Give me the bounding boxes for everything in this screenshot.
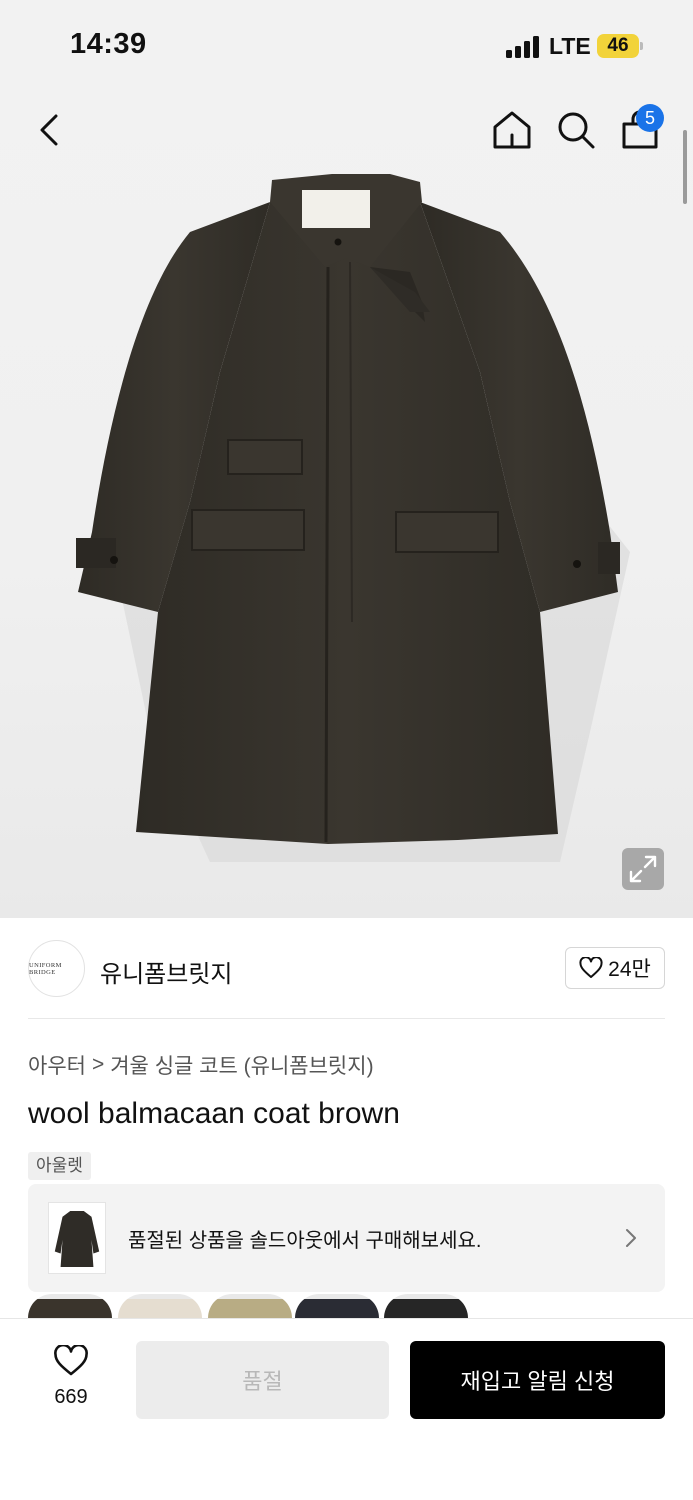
divider [28, 1018, 665, 1019]
battery-level: 46 [597, 34, 639, 58]
soldout-banner[interactable]: 품절된 상품을 솔드아웃에서 구매해보세요. [28, 1184, 665, 1292]
wishlist-count: 669 [54, 1386, 88, 1408]
outlet-tag: 아울렛 [28, 1152, 91, 1180]
expand-icon[interactable] [622, 848, 664, 890]
soldout-message: 품절된 상품을 솔드아웃에서 구매해보세요. [128, 1230, 482, 1252]
chevron-left-icon[interactable] [30, 108, 70, 152]
heart-icon [579, 957, 603, 978]
network-label: LTE [549, 33, 591, 59]
status-bar: 14:39 LTE 46 [0, 0, 693, 90]
heart-icon [54, 1343, 88, 1376]
battery-icon: 46 [597, 34, 643, 58]
brand-logo-text: UNIFORM BRIDGE [29, 961, 62, 976]
brand-name[interactable]: 유니폼브릿지 [100, 954, 232, 989]
color-option[interactable] [28, 1294, 112, 1318]
soldout-button[interactable]: 품절 [136, 1341, 389, 1419]
brand-logo[interactable]: UNIFORM BRIDGE [28, 940, 85, 997]
color-option[interactable] [384, 1294, 468, 1318]
search-icon[interactable] [554, 108, 598, 152]
chevron-right-icon [626, 1229, 636, 1247]
scrollbar[interactable] [683, 130, 687, 204]
color-option[interactable] [208, 1294, 292, 1318]
signal-icon [506, 36, 542, 58]
breadcrumb-subcategory[interactable]: 겨울 싱글 코트 (유니폼브릿지) [110, 1050, 373, 1080]
restock-alert-button[interactable]: 재입고 알림 신청 [410, 1341, 665, 1419]
brand-like-button[interactable]: 24만 [565, 947, 665, 989]
bottom-action-bar: 669 품절 재입고 알림 신청 [0, 1318, 693, 1500]
status-time: 14:39 [70, 28, 147, 60]
product-page: 14:39 LTE 46 5 UNIFORM BRIDGE 유니폼브릿지 24만… [0, 0, 693, 1500]
color-option[interactable] [295, 1294, 379, 1318]
cart-count-badge: 5 [636, 104, 664, 132]
brand-row: UNIFORM BRIDGE 유니폼브릿지 24만 [28, 940, 665, 998]
product-image-coat [76, 174, 630, 862]
brand-like-count: 24만 [608, 958, 651, 981]
breadcrumb-category[interactable]: 아우터 [28, 1050, 86, 1080]
breadcrumb-separator: > [91, 1053, 105, 1076]
wishlist-button[interactable]: 669 [38, 1343, 104, 1409]
home-icon[interactable] [490, 108, 534, 152]
color-options [28, 1294, 665, 1318]
breadcrumb: 아우터 > 겨울 싱글 코트 (유니폼브릿지) [28, 1050, 374, 1080]
product-image-area[interactable]: 14:39 LTE 46 5 [0, 0, 693, 918]
color-option[interactable] [118, 1294, 202, 1318]
product-title: wool balmacaan coat brown [28, 1097, 400, 1130]
soldout-thumbnail [48, 1202, 106, 1274]
